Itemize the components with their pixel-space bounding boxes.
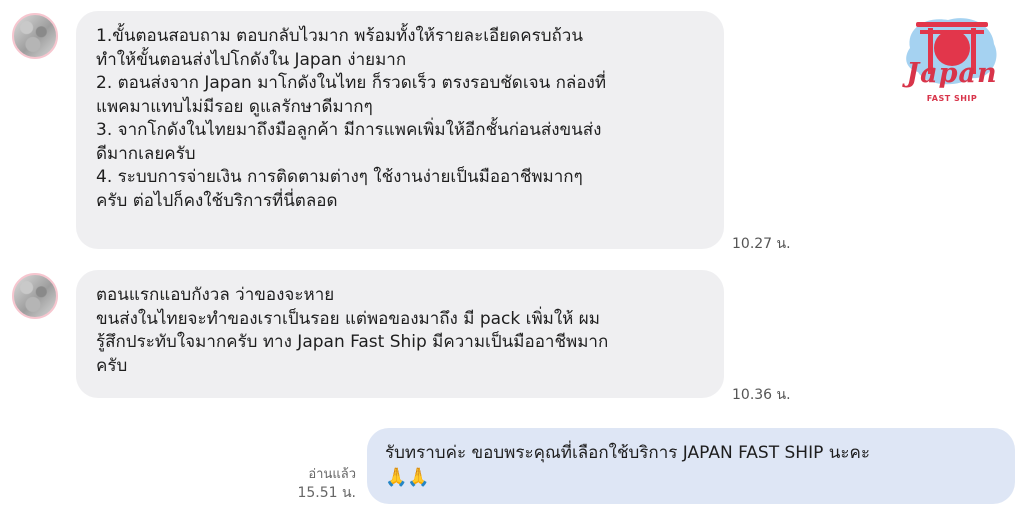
message-line: รับทราบค่ะ ขอบพระคุณที่เลือกใช้บริการ JA…: [385, 443, 870, 463]
message-bubble: 1.ขั้นตอนสอบถาม ตอบกลับไวมาก พร้อมทั้งให…: [76, 11, 724, 249]
message-bubble: ตอนแรกแอบกังวล ว่าของจะหาย ขนส่งในไทยจะท…: [76, 270, 724, 398]
message-timestamp: 10.27 น.: [732, 236, 791, 252]
message-timestamp: 15.51 น.: [297, 485, 356, 501]
message-line: รู้สึกประทับใจมากครับ ทาง Japan Fast Shi…: [96, 332, 609, 352]
message-line: 4. ระบบการจ่ายเงิน การติดตามต่างๆ ใช้งาน…: [96, 167, 583, 187]
message-line: ตอนแรกแอบกังวล ว่าของจะหาย: [96, 285, 335, 305]
logo-title: Japan: [906, 58, 998, 89]
message-line: 3. จากโกดังในไทยมาถึงมือลูกค้า มีการแพคเ…: [96, 120, 602, 140]
japan-fast-ship-logo: Japan FAST SHIP: [896, 8, 1008, 116]
read-status-text: อ่านแล้ว: [308, 467, 356, 482]
pray-emoji: 🙏🙏: [385, 466, 430, 488]
message-timestamp: 10.36 น.: [732, 387, 791, 403]
message-line: 1.ขั้นตอนสอบถาม ตอบกลับไวมาก พร้อมทั้งให…: [96, 26, 583, 46]
message-line: ทำให้ขั้นตอนส่งไปโกดังใน Japan ง่ายมาก: [96, 49, 407, 70]
message-bubble: รับทราบค่ะ ขอบพระคุณที่เลือกใช้บริการ JA…: [367, 428, 1015, 504]
message-line: ครับ: [96, 355, 128, 376]
avatar[interactable]: [12, 13, 58, 59]
message-line: ครับ ต่อไปก็คงใช้บริการที่นี่ตลอด: [96, 190, 338, 211]
message-line: ขนส่งในไทยจะทำของเราเป็นรอย แต่พอของมาถึ…: [96, 308, 600, 329]
read-receipt: อ่านแล้ว 15.51 น.: [280, 466, 356, 502]
message-line: แพคมาแทบไม่มีรอย ดูแลรักษาดีมากๆ: [96, 96, 373, 117]
message-line: ดีมากเลยครับ: [96, 143, 196, 164]
avatar[interactable]: [12, 273, 58, 319]
logo-subtitle: FAST SHIP: [926, 94, 978, 103]
message-line: 2. ตอนส่งจาก Japan มาโกดังในไทย ก็รวดเร็…: [96, 73, 607, 93]
